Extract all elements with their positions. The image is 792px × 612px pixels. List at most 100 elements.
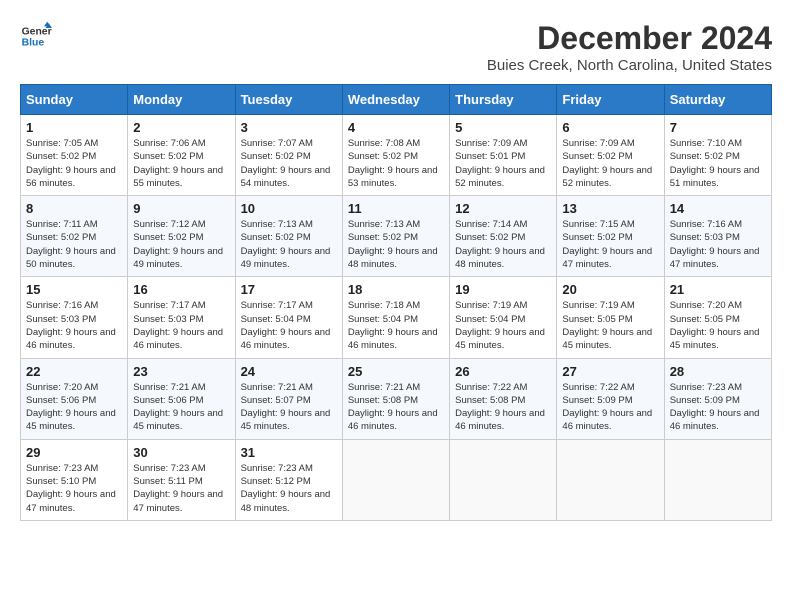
day-info: Sunrise: 7:13 AM Sunset: 5:02 PM Dayligh… xyxy=(348,218,444,271)
calendar-cell: 4 Sunrise: 7:08 AM Sunset: 5:02 PM Dayli… xyxy=(342,115,449,196)
day-info: Sunrise: 7:12 AM Sunset: 5:02 PM Dayligh… xyxy=(133,218,229,271)
calendar-cell: 11 Sunrise: 7:13 AM Sunset: 5:02 PM Dayl… xyxy=(342,196,449,277)
day-info: Sunrise: 7:17 AM Sunset: 5:04 PM Dayligh… xyxy=(241,299,337,352)
calendar-cell: 2 Sunrise: 7:06 AM Sunset: 5:02 PM Dayli… xyxy=(128,115,235,196)
logo: General Blue xyxy=(20,20,52,52)
day-info: Sunrise: 7:07 AM Sunset: 5:02 PM Dayligh… xyxy=(241,137,337,190)
weekday-header-saturday: Saturday xyxy=(664,85,771,115)
day-number: 19 xyxy=(455,282,551,297)
day-info: Sunrise: 7:21 AM Sunset: 5:07 PM Dayligh… xyxy=(241,381,337,434)
calendar-cell: 28 Sunrise: 7:23 AM Sunset: 5:09 PM Dayl… xyxy=(664,358,771,439)
calendar-cell xyxy=(342,439,449,520)
day-number: 14 xyxy=(670,201,766,216)
calendar-cell: 14 Sunrise: 7:16 AM Sunset: 5:03 PM Dayl… xyxy=(664,196,771,277)
calendar-week-row: 22 Sunrise: 7:20 AM Sunset: 5:06 PM Dayl… xyxy=(21,358,772,439)
month-title: December 2024 xyxy=(487,20,772,57)
calendar-cell: 5 Sunrise: 7:09 AM Sunset: 5:01 PM Dayli… xyxy=(450,115,557,196)
page-header: General Blue December 2024 Buies Creek, … xyxy=(20,20,772,74)
calendar-cell: 9 Sunrise: 7:12 AM Sunset: 5:02 PM Dayli… xyxy=(128,196,235,277)
weekday-header-row: SundayMondayTuesdayWednesdayThursdayFrid… xyxy=(21,85,772,115)
day-info: Sunrise: 7:23 AM Sunset: 5:09 PM Dayligh… xyxy=(670,381,766,434)
svg-text:Blue: Blue xyxy=(22,38,45,49)
calendar-cell xyxy=(557,439,664,520)
calendar-cell xyxy=(450,439,557,520)
day-number: 28 xyxy=(670,364,766,379)
day-info: Sunrise: 7:23 AM Sunset: 5:10 PM Dayligh… xyxy=(26,462,122,515)
day-number: 10 xyxy=(241,201,337,216)
day-info: Sunrise: 7:19 AM Sunset: 5:04 PM Dayligh… xyxy=(455,299,551,352)
calendar-cell: 31 Sunrise: 7:23 AM Sunset: 5:12 PM Dayl… xyxy=(235,439,342,520)
day-info: Sunrise: 7:20 AM Sunset: 5:05 PM Dayligh… xyxy=(670,299,766,352)
day-info: Sunrise: 7:22 AM Sunset: 5:09 PM Dayligh… xyxy=(562,381,658,434)
day-info: Sunrise: 7:18 AM Sunset: 5:04 PM Dayligh… xyxy=(348,299,444,352)
calendar-cell: 26 Sunrise: 7:22 AM Sunset: 5:08 PM Dayl… xyxy=(450,358,557,439)
day-number: 29 xyxy=(26,445,122,460)
calendar-cell: 7 Sunrise: 7:10 AM Sunset: 5:02 PM Dayli… xyxy=(664,115,771,196)
day-number: 11 xyxy=(348,201,444,216)
day-number: 30 xyxy=(133,445,229,460)
calendar-cell: 23 Sunrise: 7:21 AM Sunset: 5:06 PM Dayl… xyxy=(128,358,235,439)
day-info: Sunrise: 7:20 AM Sunset: 5:06 PM Dayligh… xyxy=(26,381,122,434)
day-number: 18 xyxy=(348,282,444,297)
day-number: 8 xyxy=(26,201,122,216)
day-info: Sunrise: 7:15 AM Sunset: 5:02 PM Dayligh… xyxy=(562,218,658,271)
day-info: Sunrise: 7:13 AM Sunset: 5:02 PM Dayligh… xyxy=(241,218,337,271)
day-info: Sunrise: 7:22 AM Sunset: 5:08 PM Dayligh… xyxy=(455,381,551,434)
day-number: 6 xyxy=(562,120,658,135)
calendar-cell: 15 Sunrise: 7:16 AM Sunset: 5:03 PM Dayl… xyxy=(21,277,128,358)
day-number: 3 xyxy=(241,120,337,135)
day-info: Sunrise: 7:23 AM Sunset: 5:12 PM Dayligh… xyxy=(241,462,337,515)
calendar-cell: 19 Sunrise: 7:19 AM Sunset: 5:04 PM Dayl… xyxy=(450,277,557,358)
day-number: 7 xyxy=(670,120,766,135)
calendar-table: SundayMondayTuesdayWednesdayThursdayFrid… xyxy=(20,84,772,521)
calendar-cell: 22 Sunrise: 7:20 AM Sunset: 5:06 PM Dayl… xyxy=(21,358,128,439)
calendar-cell: 1 Sunrise: 7:05 AM Sunset: 5:02 PM Dayli… xyxy=(21,115,128,196)
day-number: 17 xyxy=(241,282,337,297)
day-number: 23 xyxy=(133,364,229,379)
day-number: 13 xyxy=(562,201,658,216)
calendar-cell: 29 Sunrise: 7:23 AM Sunset: 5:10 PM Dayl… xyxy=(21,439,128,520)
day-number: 25 xyxy=(348,364,444,379)
calendar-cell: 24 Sunrise: 7:21 AM Sunset: 5:07 PM Dayl… xyxy=(235,358,342,439)
calendar-cell: 27 Sunrise: 7:22 AM Sunset: 5:09 PM Dayl… xyxy=(557,358,664,439)
day-info: Sunrise: 7:08 AM Sunset: 5:02 PM Dayligh… xyxy=(348,137,444,190)
svg-text:General: General xyxy=(22,26,52,37)
day-number: 12 xyxy=(455,201,551,216)
calendar-week-row: 1 Sunrise: 7:05 AM Sunset: 5:02 PM Dayli… xyxy=(21,115,772,196)
day-info: Sunrise: 7:21 AM Sunset: 5:06 PM Dayligh… xyxy=(133,381,229,434)
calendar-cell: 12 Sunrise: 7:14 AM Sunset: 5:02 PM Dayl… xyxy=(450,196,557,277)
weekday-header-friday: Friday xyxy=(557,85,664,115)
calendar-cell: 13 Sunrise: 7:15 AM Sunset: 5:02 PM Dayl… xyxy=(557,196,664,277)
day-number: 9 xyxy=(133,201,229,216)
calendar-cell: 6 Sunrise: 7:09 AM Sunset: 5:02 PM Dayli… xyxy=(557,115,664,196)
day-info: Sunrise: 7:10 AM Sunset: 5:02 PM Dayligh… xyxy=(670,137,766,190)
calendar-cell: 8 Sunrise: 7:11 AM Sunset: 5:02 PM Dayli… xyxy=(21,196,128,277)
calendar-cell: 16 Sunrise: 7:17 AM Sunset: 5:03 PM Dayl… xyxy=(128,277,235,358)
day-info: Sunrise: 7:05 AM Sunset: 5:02 PM Dayligh… xyxy=(26,137,122,190)
day-number: 22 xyxy=(26,364,122,379)
calendar-week-row: 29 Sunrise: 7:23 AM Sunset: 5:10 PM Dayl… xyxy=(21,439,772,520)
location-title: Buies Creek, North Carolina, United Stat… xyxy=(487,57,772,74)
day-number: 1 xyxy=(26,120,122,135)
day-info: Sunrise: 7:06 AM Sunset: 5:02 PM Dayligh… xyxy=(133,137,229,190)
calendar-cell: 3 Sunrise: 7:07 AM Sunset: 5:02 PM Dayli… xyxy=(235,115,342,196)
day-number: 31 xyxy=(241,445,337,460)
day-info: Sunrise: 7:21 AM Sunset: 5:08 PM Dayligh… xyxy=(348,381,444,434)
calendar-cell: 21 Sunrise: 7:20 AM Sunset: 5:05 PM Dayl… xyxy=(664,277,771,358)
day-info: Sunrise: 7:17 AM Sunset: 5:03 PM Dayligh… xyxy=(133,299,229,352)
calendar-week-row: 8 Sunrise: 7:11 AM Sunset: 5:02 PM Dayli… xyxy=(21,196,772,277)
day-number: 24 xyxy=(241,364,337,379)
day-number: 15 xyxy=(26,282,122,297)
calendar-cell: 30 Sunrise: 7:23 AM Sunset: 5:11 PM Dayl… xyxy=(128,439,235,520)
day-number: 4 xyxy=(348,120,444,135)
day-info: Sunrise: 7:14 AM Sunset: 5:02 PM Dayligh… xyxy=(455,218,551,271)
calendar-cell: 18 Sunrise: 7:18 AM Sunset: 5:04 PM Dayl… xyxy=(342,277,449,358)
day-number: 16 xyxy=(133,282,229,297)
calendar-cell: 25 Sunrise: 7:21 AM Sunset: 5:08 PM Dayl… xyxy=(342,358,449,439)
calendar-cell: 17 Sunrise: 7:17 AM Sunset: 5:04 PM Dayl… xyxy=(235,277,342,358)
day-number: 2 xyxy=(133,120,229,135)
day-number: 5 xyxy=(455,120,551,135)
weekday-header-tuesday: Tuesday xyxy=(235,85,342,115)
logo-icon: General Blue xyxy=(20,20,52,52)
day-number: 21 xyxy=(670,282,766,297)
